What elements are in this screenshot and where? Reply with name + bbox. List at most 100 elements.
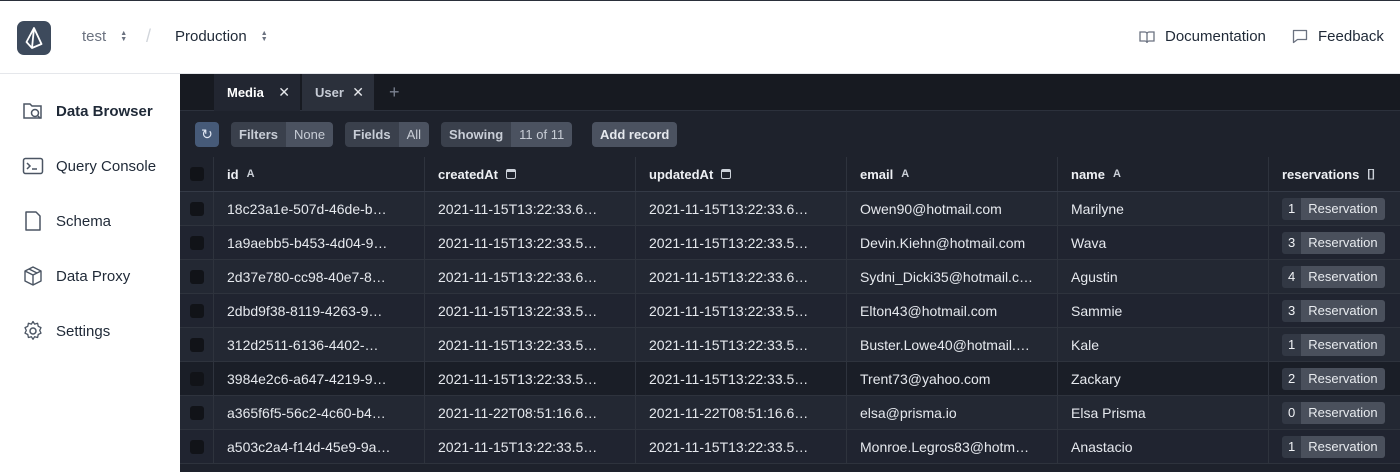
add-tab-icon[interactable]: + [389,82,400,103]
column-header-reservations[interactable]: reservations [] [1269,157,1400,191]
tab-user[interactable]: User ✕ [302,74,374,111]
row-checkbox[interactable] [180,260,214,293]
sidebar-item-schema[interactable]: Schema [22,209,111,233]
relation-badge[interactable]: 1 Reservation [1282,435,1385,458]
column-label: reservations [1282,166,1360,182]
table-row[interactable]: a503c2a4-f14d-45e9-9a… 2021-11-15T13:22:3… [180,430,1400,464]
cell-reservations[interactable]: 1 Reservation [1269,192,1400,225]
cell-reservations[interactable]: 0 Reservation [1269,396,1400,429]
sidebar-item-query-console[interactable]: Query Console [22,154,156,178]
cell-id[interactable]: 312d2511-6136-4402-… [214,328,425,361]
filters-button[interactable]: Filters None [231,122,334,147]
cell-name[interactable]: Kale [1058,328,1269,361]
cell-id[interactable]: 2d37e780-cc98-40e7-8… [214,260,425,293]
cell-reservations[interactable]: 1 Reservation [1269,430,1400,463]
relation-badge[interactable]: 0 Reservation [1282,401,1385,424]
table-row[interactable]: 3984e2c6-a647-4219-9… 2021-11-15T13:22:33… [180,362,1400,396]
cell-name[interactable]: Zackary [1058,362,1269,395]
column-header-name[interactable]: name A [1058,157,1269,191]
cell-createdat[interactable]: 2021-11-15T13:22:33.5… [425,226,636,259]
environment-switcher[interactable]: Production ▲ ▼ [175,28,268,45]
column-header-email[interactable]: email A [847,157,1058,191]
table-row[interactable]: 312d2511-6136-4402-… 2021-11-15T13:22:33.… [180,328,1400,362]
cell-email[interactable]: Trent73@yahoo.com [847,362,1058,395]
row-checkbox[interactable] [180,430,214,463]
relation-badge[interactable]: 4 Reservation [1282,265,1385,288]
cell-name[interactable]: Anastacio [1058,430,1269,463]
cell-name[interactable]: Agustin [1058,260,1269,293]
cell-createdat[interactable]: 2021-11-15T13:22:33.6… [425,260,636,293]
cell-email[interactable]: Monroe.Legros83@hotm… [847,430,1058,463]
table-row[interactable]: 18c23a1e-507d-46de-b… 2021-11-15T13:22:33… [180,192,1400,226]
cell-updatedat[interactable]: 2021-11-15T13:22:33.6… [636,192,847,225]
cell-createdat[interactable]: 2021-11-15T13:22:33.5… [425,328,636,361]
cell-createdat[interactable]: 2021-11-15T13:22:33.5… [425,294,636,327]
cell-createdat[interactable]: 2021-11-15T13:22:33.5… [425,362,636,395]
cell-updatedat[interactable]: 2021-11-15T13:22:33.5… [636,362,847,395]
row-checkbox[interactable] [180,362,214,395]
cell-updatedat[interactable]: 2021-11-22T08:51:16.6… [636,396,847,429]
cell-email[interactable]: Sydni_Dicki35@hotmail.c… [847,260,1058,293]
cell-email[interactable]: Elton43@hotmail.com [847,294,1058,327]
cell-reservations[interactable]: 2 Reservation [1269,362,1400,395]
row-checkbox[interactable] [180,226,214,259]
select-all-checkbox[interactable] [180,157,214,191]
feedback-link[interactable]: Feedback [1292,28,1384,45]
sidebar-item-data-browser[interactable]: Data Browser [22,99,153,123]
column-header-updatedat[interactable]: updatedAt [636,157,847,191]
cell-reservations[interactable]: 1 Reservation [1269,328,1400,361]
refresh-button[interactable]: ↻ [195,122,219,147]
row-checkbox[interactable] [180,294,214,327]
cell-name[interactable]: Elsa Prisma [1058,396,1269,429]
cell-updatedat[interactable]: 2021-11-15T13:22:33.5… [636,294,847,327]
showing-button[interactable]: Showing 11 of 11 [441,122,573,147]
cell-id[interactable]: a365f6f5-56c2-4c60-b4… [214,396,425,429]
cell-updatedat[interactable]: 2021-11-15T13:22:33.5… [636,430,847,463]
column-header-createdat[interactable]: createdAt [425,157,636,191]
cell-name[interactable]: Sammie [1058,294,1269,327]
sidebar-item-settings[interactable]: Settings [22,319,110,343]
cell-updatedat[interactable]: 2021-11-15T13:22:33.5… [636,328,847,361]
table-row[interactable]: 2d37e780-cc98-40e7-8… 2021-11-15T13:22:33… [180,260,1400,294]
table-row[interactable]: a365f6f5-56c2-4c60-b4… 2021-11-22T08:51:1… [180,396,1400,430]
cell-updatedat[interactable]: 2021-11-15T13:22:33.6… [636,260,847,293]
cell-reservations[interactable]: 3 Reservation [1269,294,1400,327]
row-checkbox[interactable] [180,328,214,361]
close-icon[interactable]: ✕ [278,85,290,99]
relation-badge[interactable]: 2 Reservation [1282,367,1385,390]
cell-updatedat[interactable]: 2021-11-15T13:22:33.5… [636,226,847,259]
cell-email[interactable]: elsa@prisma.io [847,396,1058,429]
cell-createdat[interactable]: 2021-11-22T08:51:16.6… [425,396,636,429]
cell-reservations[interactable]: 4 Reservation [1269,260,1400,293]
cell-id[interactable]: 3984e2c6-a647-4219-9… [214,362,425,395]
cell-id[interactable]: a503c2a4-f14d-45e9-9a… [214,430,425,463]
column-header-id[interactable]: id A [214,157,425,191]
cell-name[interactable]: Marilyne [1058,192,1269,225]
relation-badge[interactable]: 1 Reservation [1282,333,1385,356]
sidebar-item-data-proxy[interactable]: Data Proxy [22,264,130,288]
close-icon[interactable]: ✕ [352,85,364,99]
relation-badge[interactable]: 3 Reservation [1282,299,1385,322]
row-checkbox[interactable] [180,396,214,429]
add-record-button[interactable]: Add record [592,122,678,147]
cell-id[interactable]: 18c23a1e-507d-46de-b… [214,192,425,225]
cell-name[interactable]: Wava [1058,226,1269,259]
cell-createdat[interactable]: 2021-11-15T13:22:33.5… [425,430,636,463]
cell-email[interactable]: Buster.Lowe40@hotmail.… [847,328,1058,361]
documentation-link[interactable]: Documentation [1139,28,1266,45]
tab-media[interactable]: Media ✕ [214,74,300,111]
table-row[interactable]: 1a9aebb5-b453-4d04-9… 2021-11-15T13:22:33… [180,226,1400,260]
cell-reservations[interactable]: 3 Reservation [1269,226,1400,259]
relation-badge[interactable]: 1 Reservation [1282,197,1385,220]
fields-button[interactable]: Fields All [345,122,430,147]
cell-email[interactable]: Owen90@hotmail.com [847,192,1058,225]
cell-id[interactable]: 1a9aebb5-b453-4d04-9… [214,226,425,259]
cell-id[interactable]: 2dbd9f38-8119-4263-9… [214,294,425,327]
prisma-logo[interactable] [17,21,51,55]
table-row[interactable]: 2dbd9f38-8119-4263-9… 2021-11-15T13:22:33… [180,294,1400,328]
relation-badge[interactable]: 3 Reservation [1282,231,1385,254]
cell-createdat[interactable]: 2021-11-15T13:22:33.6… [425,192,636,225]
project-switcher[interactable]: test ▲ ▼ [82,28,127,45]
row-checkbox[interactable] [180,192,214,225]
cell-email[interactable]: Devin.Kiehn@hotmail.com [847,226,1058,259]
